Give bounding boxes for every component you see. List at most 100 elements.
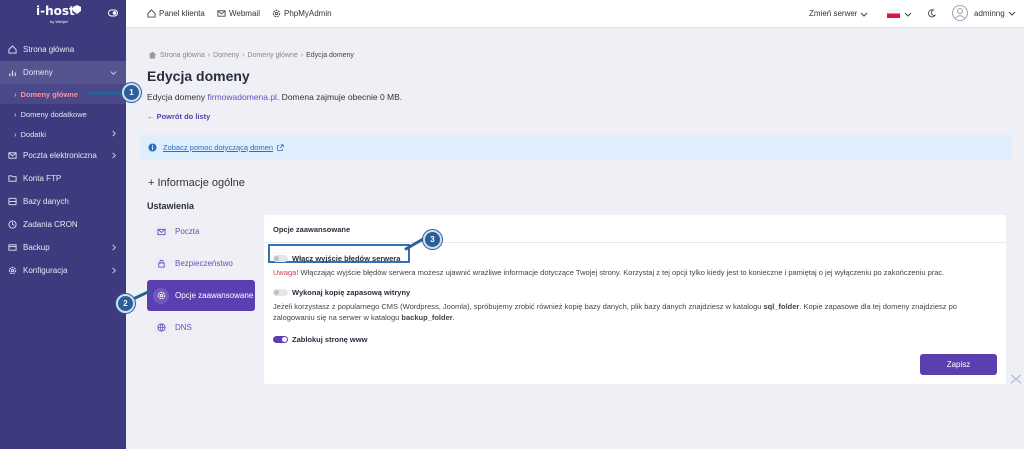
chevron-right-icon: › (14, 89, 17, 99)
marker-pointer (88, 92, 124, 95)
sidebar-sub-addons[interactable]: › Dodatki (0, 124, 126, 144)
logo[interactable]: i-host by Webjet (36, 4, 96, 26)
ftp-icon (8, 175, 17, 182)
globe-icon (153, 319, 169, 336)
breadcrumb-separator: › (242, 51, 245, 59)
database-icon (8, 197, 17, 206)
backup-toggle[interactable] (273, 289, 288, 296)
external-link-icon (277, 143, 284, 151)
sidebar-item-home[interactable]: Strona główna (0, 38, 126, 61)
sidebar-sub-label: Domeny dodatkowe (20, 109, 87, 119)
bar-chart-icon (9, 70, 16, 77)
page-description: Edycja domeny firmowadomena.pl. Domena z… (147, 92, 402, 102)
backup-folder-name: backup_folder (401, 313, 453, 322)
chevron-right-icon: › (14, 109, 17, 119)
general-info-toggle[interactable]: + Informacje ogólne (148, 177, 245, 189)
change-server-dropdown[interactable]: Zmień serwer (809, 9, 868, 18)
server-errors-label: Włącz wyjście błędów serwera (292, 254, 401, 263)
settings-tabs: Poczta Bezpieczeństwo Opcje zaawansowane… (147, 216, 255, 344)
tab-advanced-options[interactable]: Opcje zaawansowane (147, 280, 255, 311)
tab-label: Opcje zaawansowane (175, 291, 254, 300)
backup-icon (8, 244, 17, 251)
clock-icon (8, 220, 17, 229)
sidebar-toggle-icon[interactable] (108, 8, 118, 18)
server-errors-description: Uwaga! Włączając wyjście błędów serwera … (273, 267, 944, 278)
sidebar-item-domains[interactable]: Domeny (0, 61, 126, 84)
client-panel-label: Panel klienta (159, 9, 205, 18)
sidebar-item-label: Konta FTP (23, 174, 62, 183)
sidebar-item-config[interactable]: Konfiguracja (0, 259, 126, 282)
sidebar-sub-extra-domains[interactable]: › Domeny dodatkowe (0, 104, 126, 124)
logo-subtitle: by Webjet (50, 19, 68, 24)
chevron-right-icon (112, 267, 116, 274)
tab-label: Poczta (175, 227, 200, 236)
breadcrumb-current: Edycja domeny (306, 51, 354, 59)
sidebar-item-email[interactable]: Poczta elektroniczna (0, 144, 126, 167)
domain-link[interactable]: firmowadomena.pl (208, 92, 277, 102)
home-icon (147, 9, 156, 18)
advanced-options-panel: Opcje zaawansowane Włącz wyjście błędów … (264, 215, 1006, 384)
tab-security[interactable]: Bezpieczeństwo (147, 248, 255, 279)
sidebar-item-label: Poczta elektroniczna (23, 151, 97, 160)
tab-label: Bezpieczeństwo (175, 259, 233, 268)
breadcrumb-domains[interactable]: Domeny (213, 52, 239, 59)
tab-dns[interactable]: DNS (147, 312, 255, 343)
sidebar-sub-label: Domeny główne (20, 89, 79, 99)
backup-desc-text: . (452, 313, 455, 322)
phpmyadmin-label: PhpMyAdmin (284, 9, 332, 18)
page-title: Edycja domeny (147, 68, 250, 84)
backup-option[interactable]: Wykonaj kopię zapasową witryny (273, 288, 410, 297)
gear-icon (272, 9, 281, 18)
block-site-option[interactable]: Zablokuj stronę www (273, 335, 367, 344)
sidebar: i-host by Webjet Strona główna Domeny › … (0, 0, 126, 449)
username: adminng (974, 8, 1005, 18)
server-errors-toggle[interactable] (273, 255, 288, 262)
settings-heading: Ustawienia (147, 201, 195, 211)
tab-label: DNS (175, 323, 192, 332)
backup-desc-text: Jeżeli korzystasz z popularnego CMS (Wor… (273, 302, 764, 311)
moon-icon (928, 9, 936, 18)
block-site-toggle[interactable] (273, 336, 288, 343)
server-errors-option[interactable]: Włącz wyjście błędów serwera (273, 254, 400, 263)
sidebar-item-backup[interactable]: Backup (0, 236, 126, 259)
client-panel-link[interactable]: Panel klienta (147, 9, 205, 18)
user-menu[interactable]: adminng (952, 5, 1016, 21)
poland-flag-icon (887, 9, 900, 18)
warning-text: Włączając wyjście błędów serwera możesz … (298, 268, 945, 277)
logo-icon (73, 5, 81, 14)
chat-widget-icon[interactable] (1010, 374, 1022, 384)
description-prefix: Edycja domeny (147, 92, 206, 102)
back-to-list-link[interactable]: ← Powrót do listy (147, 112, 210, 121)
backup-description: Jeżeli korzystasz z popularnego CMS (Wor… (273, 301, 957, 323)
backup-desc-text: . Kopie zapasowe dla tej domeny znajdzie… (799, 302, 957, 311)
help-info-box: Zobacz pomoc dotyczącą domen (140, 135, 1012, 160)
phpmyadmin-link[interactable]: PhpMyAdmin (272, 9, 332, 18)
tab-mail[interactable]: Poczta (147, 216, 255, 247)
sidebar-item-label: Domeny (23, 68, 53, 77)
webmail-link[interactable]: Webmail (217, 9, 260, 18)
description-suffix: . Domena zajmuje obecnie 0 MB. (276, 92, 403, 102)
gear-icon (8, 266, 17, 275)
sidebar-item-label: Strona główna (23, 45, 75, 54)
chevron-down-icon (1008, 11, 1016, 16)
breadcrumb-separator: › (207, 51, 211, 59)
chevron-right-icon (112, 130, 116, 137)
block-site-label: Zablokuj stronę www (292, 335, 368, 344)
language-dropdown[interactable] (887, 9, 912, 18)
warning-label: Uwaga! (273, 268, 299, 277)
chevron-right-icon (112, 152, 116, 159)
sql-folder-name: sql_folder (763, 302, 800, 311)
sidebar-item-ftp[interactable]: Konta FTP (0, 167, 126, 190)
home-icon (8, 45, 17, 54)
help-link[interactable]: Zobacz pomoc dotyczącą domen (163, 143, 273, 152)
theme-toggle[interactable] (927, 9, 936, 18)
sidebar-sub-label: Dodatki (20, 129, 46, 139)
change-server-label: Zmień serwer (809, 9, 858, 18)
save-button[interactable]: Zapisz (920, 354, 997, 375)
chevron-down-icon (861, 12, 868, 17)
sidebar-item-databases[interactable]: Bazy danych (0, 190, 126, 213)
webmail-label: Webmail (229, 9, 260, 18)
sidebar-item-cron[interactable]: Zadania CRON (0, 213, 126, 236)
breadcrumb-main-domains[interactable]: Domeny główne (248, 52, 298, 59)
breadcrumb-home[interactable]: Strona główna (160, 52, 205, 59)
